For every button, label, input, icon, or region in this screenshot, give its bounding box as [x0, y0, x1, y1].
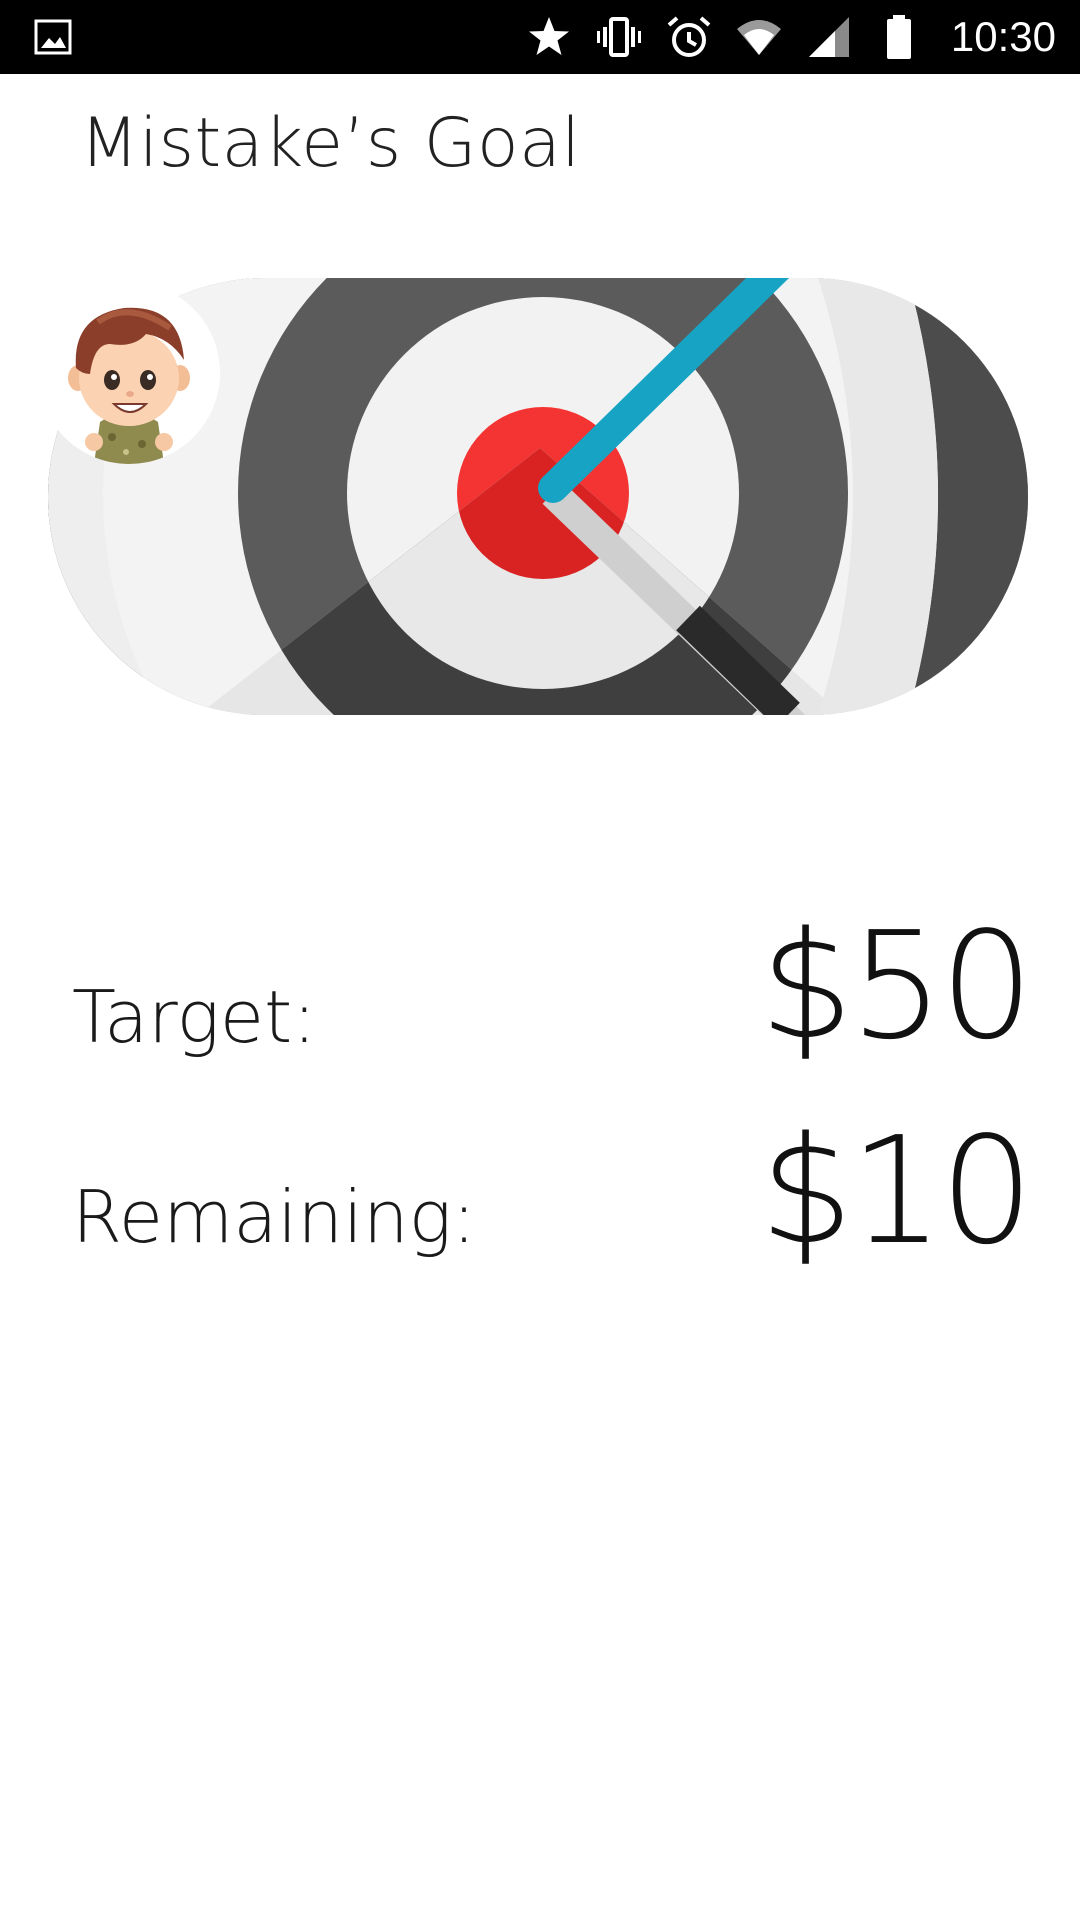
remaining-label: Remaining:	[72, 1175, 477, 1259]
status-bar: 10:30	[0, 0, 1080, 74]
alarm-icon	[667, 16, 711, 57]
star-icon	[528, 17, 569, 55]
wifi-icon	[736, 20, 781, 55]
status-icons: 10:30	[525, 0, 1056, 74]
vibrate-icon	[596, 17, 641, 57]
target-value: $50	[759, 900, 1034, 1072]
image-notification-icon	[34, 19, 72, 55]
status-time: 10:30	[950, 13, 1056, 60]
target-label: Target:	[72, 975, 317, 1059]
cartoon-boy-avatar[interactable]	[38, 282, 220, 464]
remaining-value: $10	[759, 1105, 1034, 1277]
cell-signal-icon	[808, 17, 849, 57]
avatar-illustration	[68, 307, 190, 464]
page-title: Mistake’s Goal	[80, 104, 581, 183]
battery-icon	[886, 15, 911, 59]
